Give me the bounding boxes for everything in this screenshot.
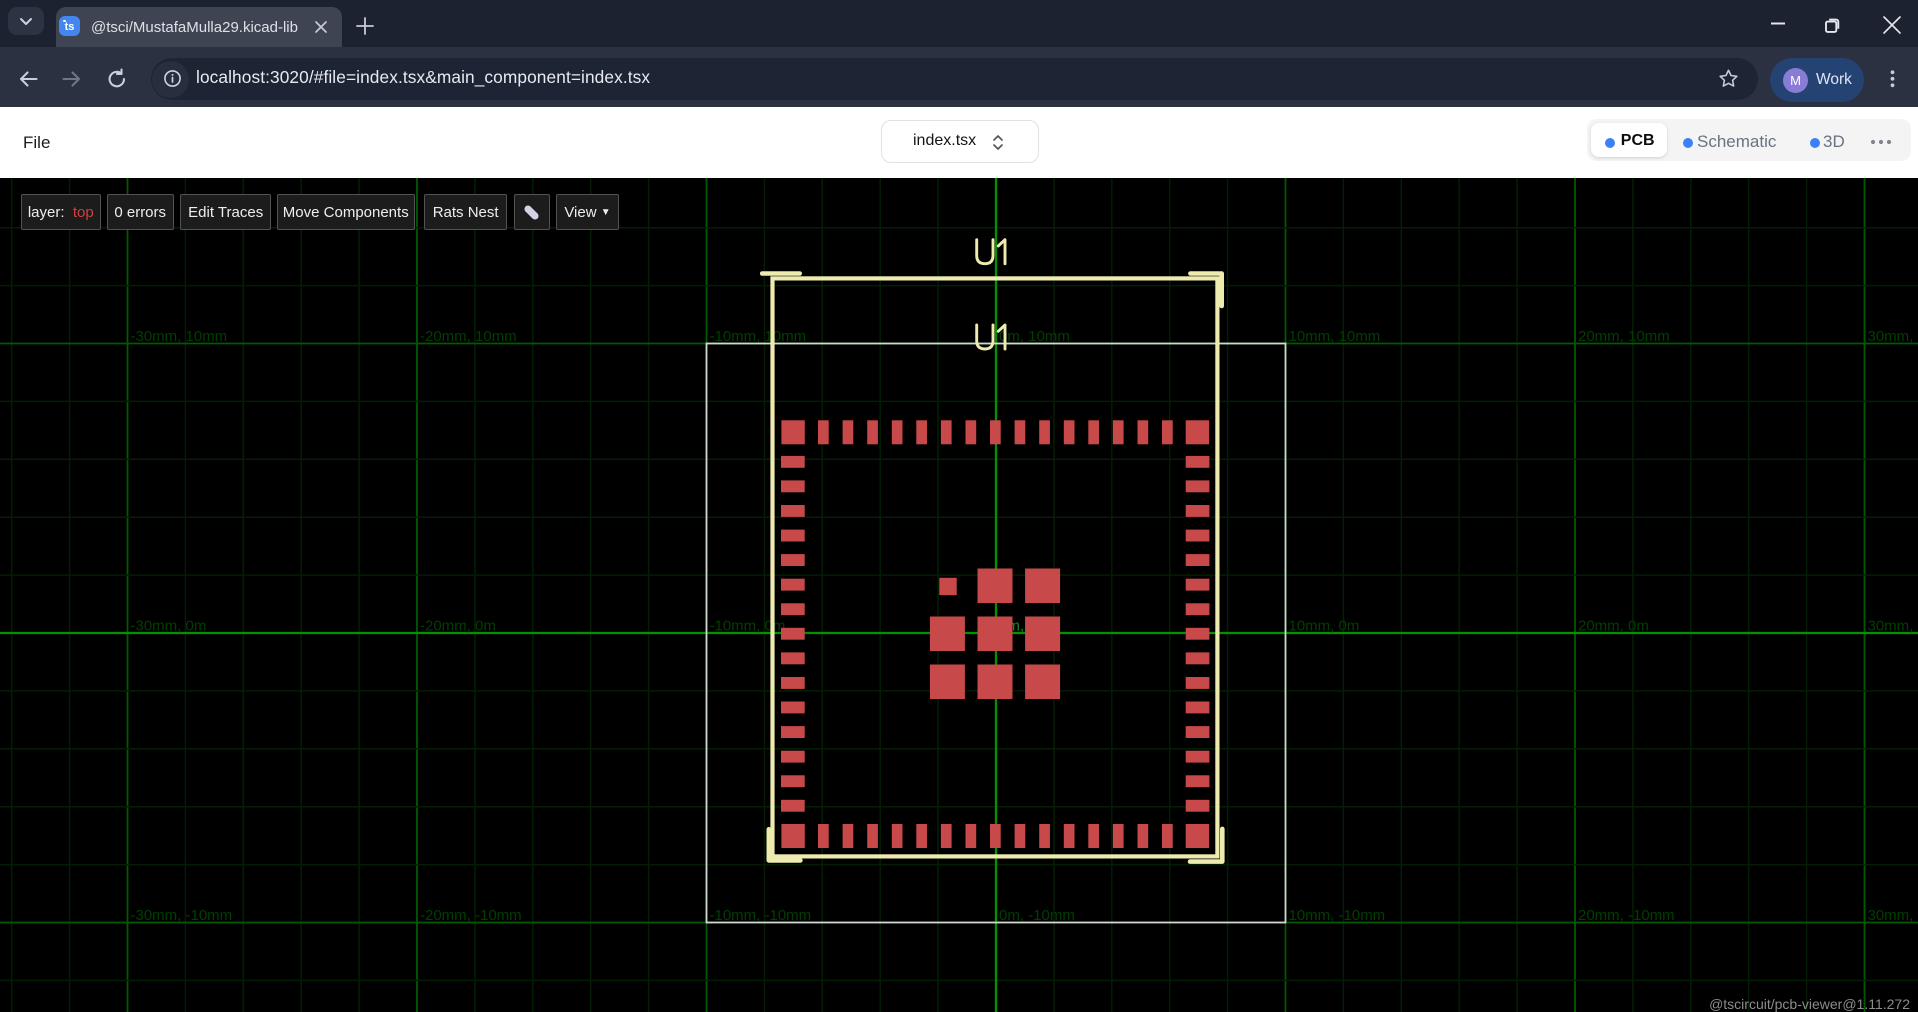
svg-text:-30mm, 10mm: -30mm, 10mm — [131, 328, 228, 345]
svg-text:20mm, 10mm: 20mm, 10mm — [1578, 328, 1670, 345]
svg-text:-20mm, 0m: -20mm, 0m — [420, 618, 496, 635]
svg-text:10mm, 10mm: 10mm, 10mm — [1289, 328, 1381, 345]
svg-text:-20mm, 10mm: -20mm, 10mm — [420, 328, 517, 345]
svg-text:0m, -10mm: 0m, -10mm — [999, 907, 1075, 924]
svg-text:30mm, 10mm: 30mm, 10mm — [1868, 328, 1918, 345]
svg-text:10mm, -10mm: 10mm, -10mm — [1289, 907, 1386, 924]
svg-text:-10mm, 10mm: -10mm, 10mm — [710, 328, 807, 345]
svg-text:-30mm, 0m: -30mm, 0m — [131, 618, 207, 635]
svg-text:20mm, -10mm: 20mm, -10mm — [1578, 907, 1675, 924]
svg-text:20mm, 0m: 20mm, 0m — [1578, 618, 1649, 635]
svg-text:-20mm, -10mm: -20mm, -10mm — [420, 907, 522, 924]
svg-text:0m, 10mm: 0m, 10mm — [999, 328, 1070, 345]
svg-text:-10mm, -10mm: -10mm, -10mm — [710, 907, 812, 924]
svg-text:-30mm, -10mm: -30mm, -10mm — [131, 907, 233, 924]
svg-text:10mm, 0m: 10mm, 0m — [1289, 618, 1360, 635]
svg-text:30mm, 0m: 30mm, 0m — [1868, 618, 1918, 635]
svg-text:30mm, -10mm: 30mm, -10mm — [1868, 907, 1918, 924]
